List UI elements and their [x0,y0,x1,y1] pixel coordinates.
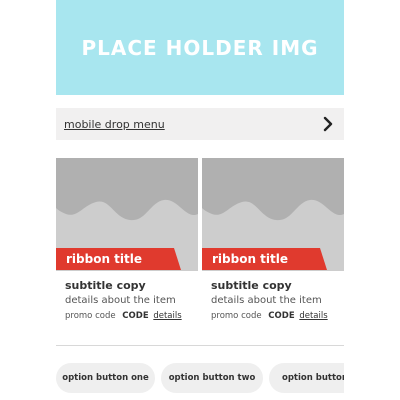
option-button-three[interactable]: option button three [269,363,344,393]
ribbon-title: ribbon title [66,252,143,266]
promo-label: promo code [211,311,262,321]
card-promo: promo code CODE details [65,311,182,321]
product-card[interactable]: ribbon title subtitle copy details about… [202,158,344,328]
hero-placeholder-image: PLACE HOLDER IMG [56,0,344,95]
promo-code: CODE [122,311,149,321]
card-promo: promo code CODE details [211,311,328,321]
option-button-label: option button three [282,373,344,383]
option-button-label: option button one [62,373,149,383]
option-button-two[interactable]: option button two [161,363,263,393]
mobile-drop-menu[interactable]: mobile drop menu [56,108,344,140]
card-details: details about the item [65,295,176,306]
ribbon: ribbon title [56,248,181,270]
chevron-right-icon [323,116,333,132]
promo-label: promo code [65,311,116,321]
promo-details-link[interactable]: details [153,311,181,321]
option-button-label: option button two [168,373,256,383]
hero-text: PLACE HOLDER IMG [81,35,319,60]
card-subtitle: subtitle copy [65,279,146,292]
drop-menu-label: mobile drop menu [64,117,165,131]
promo-details-link[interactable]: details [299,311,327,321]
card-details: details about the item [211,295,322,306]
page: PLACE HOLDER IMG mobile drop menu ribbon… [56,0,344,400]
product-card[interactable]: ribbon title subtitle copy details about… [56,158,198,328]
card-subtitle: subtitle copy [211,279,292,292]
card-image: ribbon title [56,158,198,271]
product-cards: ribbon title subtitle copy details about… [56,158,344,328]
card-image: ribbon title [202,158,344,271]
option-buttons: option button one option button two opti… [56,363,344,393]
option-button-one[interactable]: option button one [56,363,155,393]
ribbon: ribbon title [202,248,327,270]
section-divider [56,345,344,346]
promo-code: CODE [268,311,295,321]
ribbon-title: ribbon title [212,252,289,266]
